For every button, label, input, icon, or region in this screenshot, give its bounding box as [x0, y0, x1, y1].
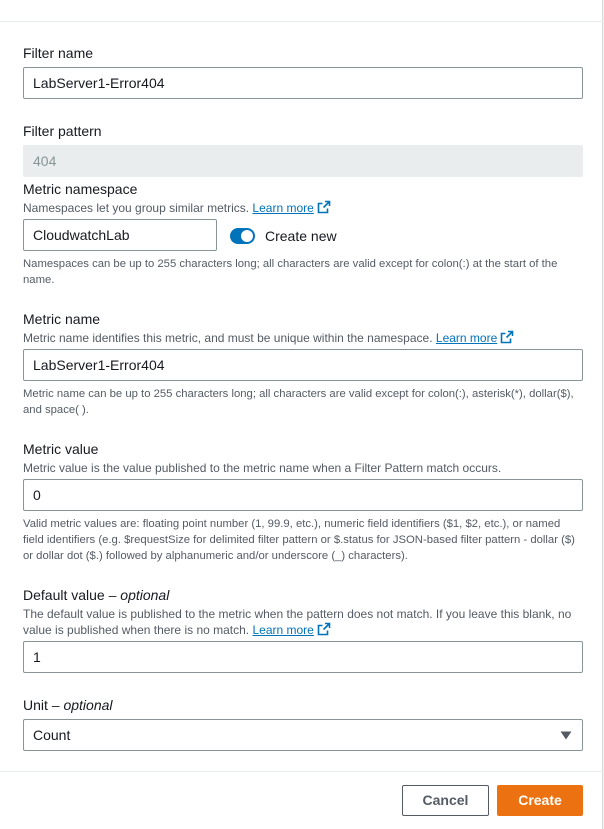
filter-pattern-input	[23, 145, 583, 177]
metric-name-constraint: Metric name can be up to 255 characters …	[23, 388, 574, 416]
metric-namespace-description-text: Namespaces let you group similar metrics…	[23, 201, 250, 215]
metric-namespace-description: Namespaces let you group similar metrics…	[23, 200, 583, 216]
metric-name-description-text: Metric name identifies this metric, and …	[23, 331, 433, 345]
metric-value-description: Metric value is the value published to t…	[23, 461, 502, 475]
external-link-icon[interactable]	[317, 200, 331, 214]
filter-name-input[interactable]	[23, 67, 583, 99]
default-value-header: Default value – optional The default val…	[23, 586, 583, 638]
footer-divider	[0, 771, 603, 772]
default-value-label-text: Default value	[23, 587, 105, 603]
chevron-down-icon	[560, 731, 572, 740]
filter-pattern-label-text: Filter pattern	[23, 123, 102, 139]
external-link-icon[interactable]	[500, 330, 514, 344]
metric-namespace-constraint: Namespaces can be up to 255 characters l…	[23, 258, 558, 286]
unit-header: Unit – optional	[23, 696, 583, 714]
filter-pattern-label: Filter pattern	[23, 122, 583, 140]
toggle-knob	[241, 230, 253, 242]
metric-value-header: Metric value Metric value is the value p…	[23, 440, 583, 476]
metric-name-header: Metric name Metric name identifies this …	[23, 310, 583, 346]
filter-name-label: Filter name	[23, 44, 583, 62]
create-button[interactable]: Create	[497, 785, 583, 816]
default-value-learn-more-link[interactable]: Learn more	[252, 623, 313, 637]
unit-label: Unit – optional	[23, 696, 583, 714]
create-metric-filter-panel: Filter name Filter pattern Metric namesp…	[0, 0, 603, 829]
metric-name-input[interactable]	[23, 349, 583, 381]
metric-value-label: Metric value	[23, 441, 99, 457]
metric-name-label: Metric name	[23, 311, 101, 327]
default-value-optional-text: – optional	[108, 587, 170, 603]
default-value-description: The default value is published to the me…	[23, 606, 583, 638]
metric-namespace-input[interactable]	[23, 219, 217, 251]
metric-name-learn-more-link[interactable]: Learn more	[436, 331, 497, 345]
external-link-icon[interactable]	[317, 622, 331, 636]
default-value-label: Default value – optional	[23, 586, 583, 604]
unit-select-value: Count	[33, 727, 71, 743]
metric-namespace-learn-more-link[interactable]: Learn more	[252, 201, 313, 215]
cancel-button[interactable]: Cancel	[402, 785, 489, 816]
create-new-label: Create new	[265, 228, 337, 244]
create-new-toggle-wrap[interactable]: Create new	[230, 227, 337, 245]
metric-namespace-header: Metric namespace Namespaces let you grou…	[23, 180, 583, 216]
unit-optional-text: – optional	[51, 697, 113, 713]
create-new-toggle[interactable]	[230, 228, 255, 244]
unit-label-text: Unit	[23, 697, 48, 713]
filter-name-label-text: Filter name	[23, 45, 94, 61]
default-value-input[interactable]	[23, 641, 583, 673]
unit-select[interactable]: Count	[23, 719, 583, 751]
metric-namespace-label: Metric namespace	[23, 181, 138, 197]
metric-value-constraint: Valid metric values are: floating point …	[23, 518, 575, 562]
panel-top-strip	[0, 0, 603, 22]
metric-name-description: Metric name identifies this metric, and …	[23, 330, 583, 346]
metric-value-input[interactable]	[23, 479, 583, 511]
